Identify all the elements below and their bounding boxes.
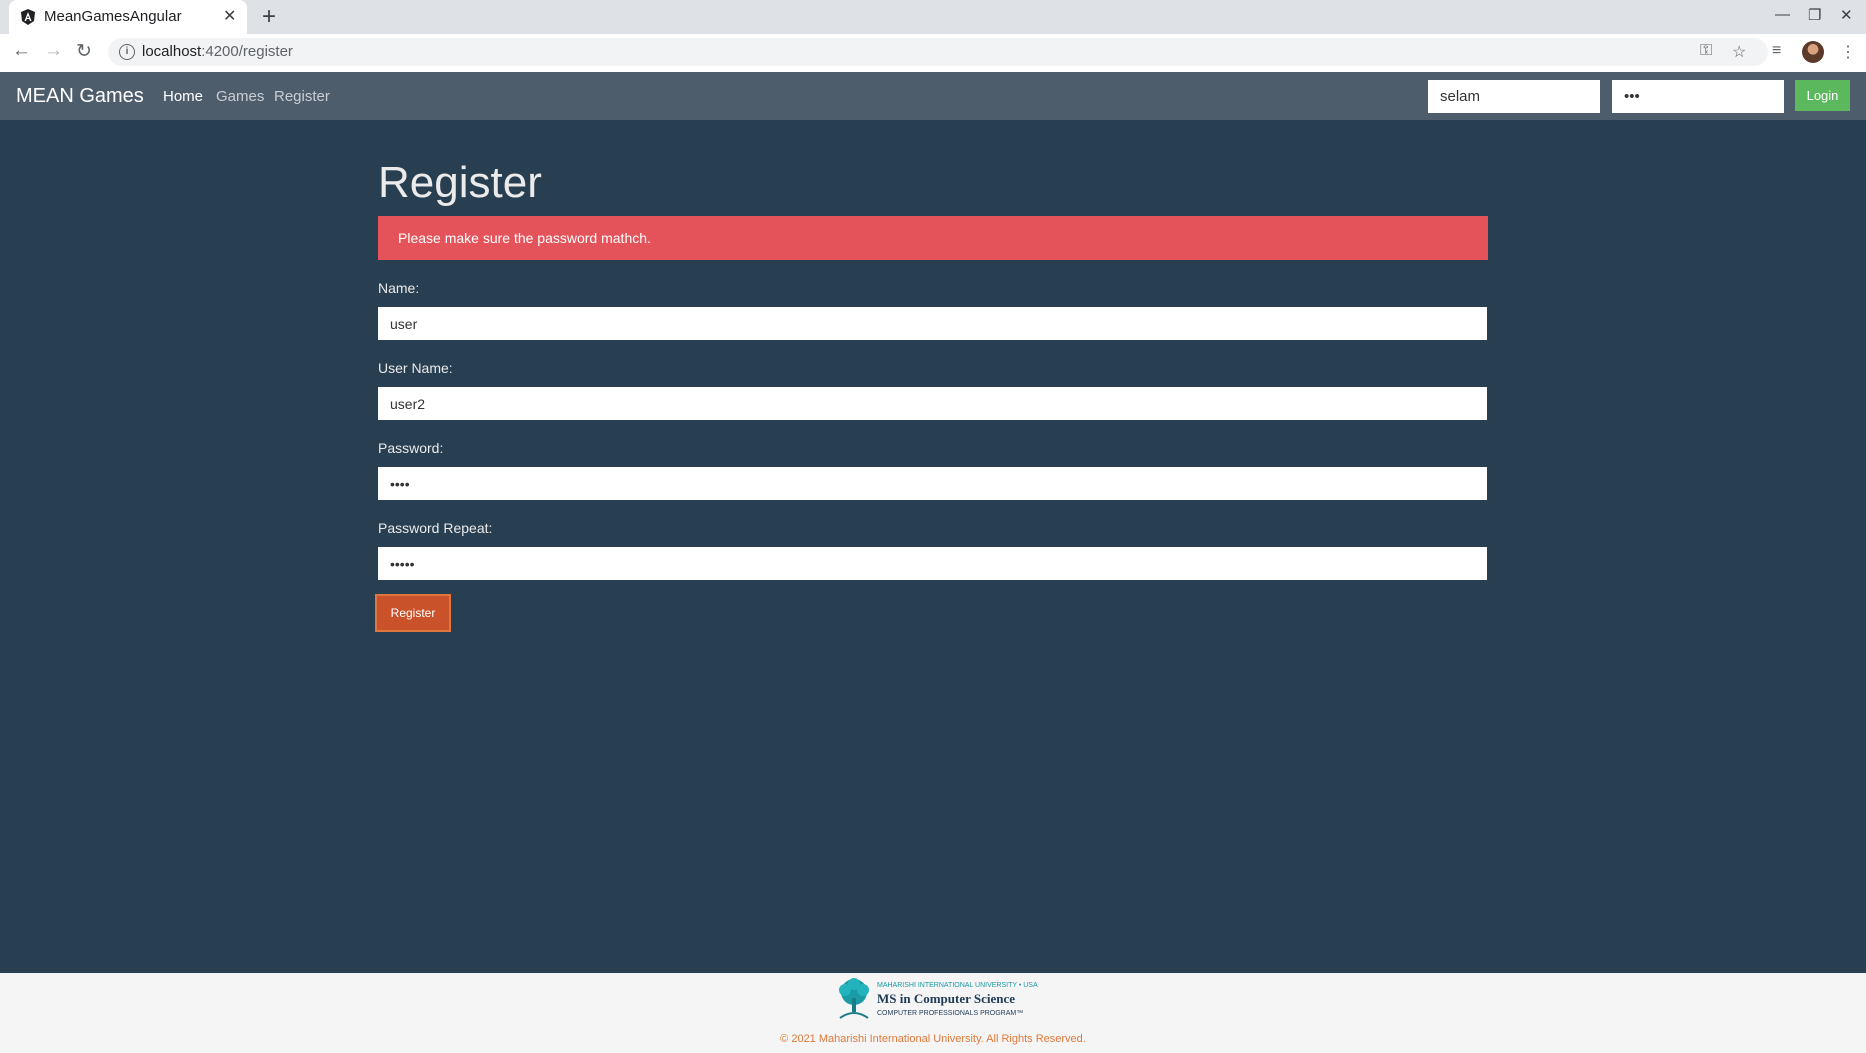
star-icon[interactable]: ☆: [1732, 42, 1746, 62]
info-icon[interactable]: i: [119, 44, 135, 60]
username-field[interactable]: [378, 387, 1487, 420]
url-text: localhost:4200/register: [142, 43, 293, 60]
login-username-input[interactable]: [1428, 80, 1600, 113]
miu-logo: MAHARISHI INTERNATIONAL UNIVERSITY • USA…: [834, 978, 1038, 1024]
name-label: Name:: [378, 280, 420, 296]
error-alert: Please make sure the password mathch.: [378, 216, 1488, 260]
page-title: Register: [378, 158, 542, 207]
logo-sub-text: COMPUTER PROFESSIONALS PROGRAM™: [877, 1010, 1024, 1017]
address-bar[interactable]: i localhost:4200/register ⚿ ☆: [108, 38, 1768, 66]
logo-top-text: MAHARISHI INTERNATIONAL UNIVERSITY • USA: [877, 982, 1038, 989]
media-control-icon[interactable]: ≡: [1772, 42, 1781, 60]
register-button[interactable]: Register: [375, 594, 451, 632]
password-field[interactable]: [378, 467, 1487, 500]
angular-favicon-icon: [21, 9, 35, 25]
password-repeat-field[interactable]: [378, 547, 1487, 580]
alert-message: Please make sure the password mathch.: [398, 230, 651, 246]
new-tab-icon[interactable]: +: [262, 3, 276, 31]
menu-kebab-icon[interactable]: ⋮: [1840, 42, 1856, 62]
brand-logo[interactable]: MEAN Games: [16, 85, 144, 108]
logo-main-text: MS in Computer Science: [877, 991, 1016, 1006]
key-icon[interactable]: ⚿: [1700, 42, 1712, 60]
profile-avatar[interactable]: [1802, 41, 1824, 63]
nav-link-games[interactable]: Games: [216, 88, 264, 105]
copyright-text: © 2021 Maharishi International Universit…: [780, 1033, 1086, 1045]
password-repeat-label: Password Repeat:: [378, 520, 493, 536]
app-navbar: MEAN Games Home Games Register Login: [0, 72, 1866, 120]
window-close-icon[interactable]: ✕: [1840, 6, 1853, 24]
tab-title: MeanGamesAngular: [44, 8, 182, 25]
username-label: User Name:: [378, 360, 453, 376]
name-field[interactable]: [378, 307, 1487, 340]
minimize-icon[interactable]: —: [1775, 6, 1790, 23]
reload-icon[interactable]: ↻: [76, 40, 92, 63]
back-arrow-icon[interactable]: ←: [12, 40, 31, 62]
browser-toolbar: ← → ↻ i localhost:4200/register ⚿ ☆ ≡ ⋮: [0, 34, 1866, 73]
login-button[interactable]: Login: [1795, 80, 1850, 111]
close-tab-icon[interactable]: ✕: [223, 6, 236, 26]
browser-tab[interactable]: MeanGamesAngular ✕: [9, 0, 247, 34]
browser-tab-strip: MeanGamesAngular ✕ + — ❐ ✕: [0, 0, 1866, 34]
nav-link-register[interactable]: Register: [274, 88, 330, 105]
restore-icon[interactable]: ❐: [1808, 6, 1821, 24]
footer: MAHARISHI INTERNATIONAL UNIVERSITY • USA…: [0, 973, 1866, 1053]
nav-link-home[interactable]: Home: [163, 88, 203, 105]
forward-arrow-icon[interactable]: →: [44, 40, 63, 62]
password-label: Password:: [378, 440, 444, 456]
login-password-input[interactable]: [1612, 80, 1784, 113]
tree-logo-icon: [839, 978, 869, 1019]
